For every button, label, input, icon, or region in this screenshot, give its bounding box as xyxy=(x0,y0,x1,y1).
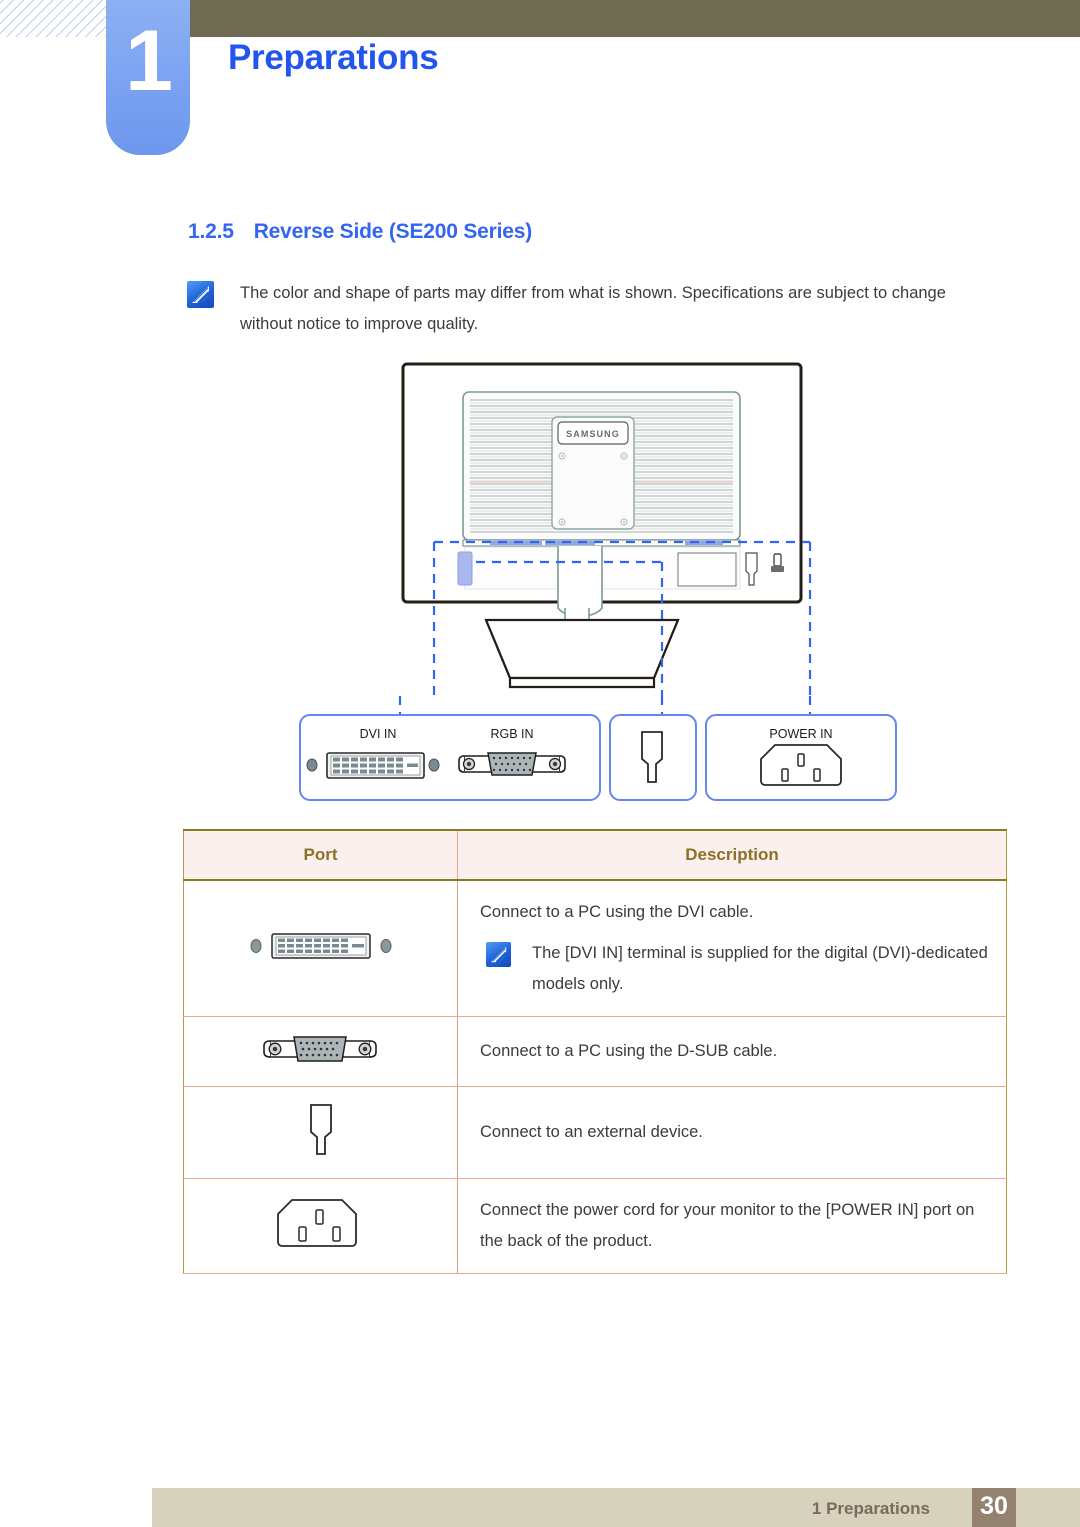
page-root: 1 Preparations 1.2.5 Reverse Side (SE200 … xyxy=(0,0,1080,1527)
callout-external-device xyxy=(609,714,697,801)
table-header-row: Port Description xyxy=(183,829,1007,881)
header-olive-bar xyxy=(190,0,1080,37)
sub-note-text: The [DVI IN] terminal is supplied for th… xyxy=(532,944,988,993)
table-row: Connect to a PC using the D-SUB cable. xyxy=(183,1016,1007,1087)
power-socket-icon xyxy=(276,1198,357,1247)
port-icon-cell xyxy=(183,1086,458,1179)
description-cell: Connect to a PC using the D-SUB cable. xyxy=(457,1016,1007,1087)
vga-port-icon xyxy=(458,752,566,776)
header-hatch-decoration xyxy=(0,0,106,37)
section-heading: 1.2.5 Reverse Side (SE200 Series) xyxy=(188,220,532,244)
dvi-port-icon xyxy=(250,933,391,959)
callout-label-power: POWER IN xyxy=(769,727,832,741)
port-icon-cell xyxy=(183,880,458,1017)
audio-jack-icon xyxy=(309,1104,332,1155)
row-description: Connect to a PC using the D-SUB cable. xyxy=(480,1042,778,1060)
note-pen-icon xyxy=(187,281,214,308)
product-brand-label: SAMSUNG xyxy=(566,429,620,439)
chapter-number: 1 xyxy=(125,13,173,109)
row-sub-note: The [DVI IN] terminal is supplied for th… xyxy=(480,938,988,1000)
page-title: Preparations xyxy=(228,38,439,77)
footer-chapter-label: 1 Preparations xyxy=(811,1499,930,1518)
callout-label-dvi: DVI IN xyxy=(360,727,397,741)
table-row: Connect the power cord for your monitor … xyxy=(183,1178,1007,1274)
dvi-port-icon xyxy=(306,752,440,779)
column-header-port: Port xyxy=(183,829,458,881)
row-description: Connect to a PC using the DVI cable. xyxy=(480,903,754,921)
description-cell: Connect to a PC using the DVI cable. The… xyxy=(457,880,1007,1017)
port-description-table: Port Description Connect to a PC using t… xyxy=(183,829,1007,1274)
callout-power: POWER IN xyxy=(705,714,897,801)
table-row: Connect to an external device. xyxy=(183,1086,1007,1179)
callout-label-rgb: RGB IN xyxy=(490,727,533,741)
table-row: Connect to a PC using the DVI cable. The… xyxy=(183,880,1007,1017)
port-icon-cell xyxy=(183,1016,458,1087)
vga-port-icon xyxy=(262,1036,377,1062)
row-description: Connect to an external device. xyxy=(480,1123,703,1141)
section-number: 1.2.5 xyxy=(188,220,234,243)
footer-bar xyxy=(152,1488,1080,1527)
note-pen-icon xyxy=(486,942,511,967)
description-cell: Connect the power cord for your monitor … xyxy=(457,1178,1007,1274)
port-icon-cell xyxy=(183,1178,458,1274)
footer-page-number: 30 xyxy=(980,1492,1008,1520)
monitor-rear-diagram: SAMSUNG DVI IN RGB IN POWER IN xyxy=(290,360,910,810)
section-title-text: Reverse Side (SE200 Series) xyxy=(253,220,532,243)
column-header-description: Description xyxy=(457,829,1007,881)
row-description: Connect the power cord for your monitor … xyxy=(480,1201,975,1250)
callout-video-ports: DVI IN RGB IN xyxy=(299,714,601,801)
note-block: The color and shape of parts may differ … xyxy=(187,278,947,340)
power-socket-icon xyxy=(760,744,842,786)
note-text: The color and shape of parts may differ … xyxy=(240,284,946,333)
description-cell: Connect to an external device. xyxy=(457,1086,1007,1179)
